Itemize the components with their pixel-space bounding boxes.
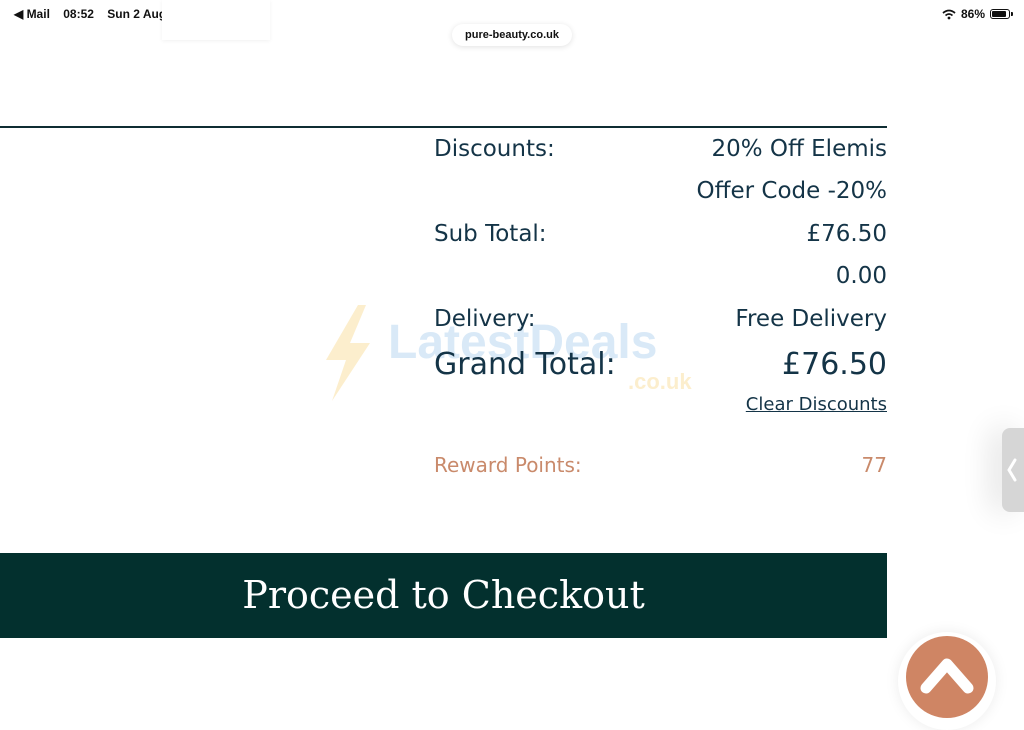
reward-points-value: 77 — [861, 453, 887, 477]
status-right: 86% — [942, 7, 1013, 21]
status-bar: ◀ Mail 08:52 Sun 2 Aug 86% — [0, 0, 1024, 26]
grand-total-value: £76.50 — [782, 347, 887, 382]
discount-row-2: Offer Code -20% — [434, 178, 887, 212]
back-to-mail[interactable]: ◀ Mail — [14, 7, 50, 21]
subtotal-value: £76.50 — [806, 221, 887, 247]
delivery-value: Free Delivery — [735, 306, 887, 332]
summary-divider — [0, 126, 887, 128]
chevron-up-icon — [920, 658, 974, 694]
lightning-icon — [326, 305, 370, 401]
delivery-label: Delivery: — [434, 306, 536, 332]
extra-row: 0.00 — [434, 263, 887, 297]
side-panel-tab[interactable] — [1002, 428, 1024, 512]
grand-total-label: Grand Total: — [434, 347, 616, 382]
status-left: ◀ Mail 08:52 Sun 2 Aug — [14, 7, 176, 21]
reward-points-label: Reward Points: — [434, 453, 582, 477]
grand-total-row: Grand Total: £76.50 — [434, 347, 887, 382]
status-date: Sun 2 Aug — [107, 7, 167, 21]
battery-percent: 86% — [960, 7, 985, 21]
discount-value-2: Offer Code -20% — [696, 178, 887, 204]
proceed-to-checkout-button[interactable]: Proceed to Checkout — [0, 553, 887, 638]
status-time: 08:52 — [63, 7, 94, 21]
header-card — [162, 0, 270, 40]
subtotal-label: Sub Total: — [434, 221, 547, 247]
discounts-label: Discounts: — [434, 136, 555, 162]
extra-value: 0.00 — [835, 263, 887, 289]
scroll-to-top-button[interactable] — [898, 632, 996, 730]
subtotal-row: Sub Total: £76.50 — [434, 221, 887, 255]
wifi-icon — [942, 9, 956, 19]
clear-discounts-link[interactable]: Clear Discounts — [746, 394, 887, 415]
url-bar[interactable]: pure-beauty.co.uk — [452, 24, 572, 46]
delivery-row: Delivery: Free Delivery — [434, 306, 887, 340]
discounts-row: Discounts: 20% Off Elemis — [434, 136, 887, 170]
reward-points-row: Reward Points: 77 — [434, 453, 887, 487]
chevron-left-icon — [1007, 458, 1017, 482]
discount-value-1: 20% Off Elemis — [711, 136, 887, 162]
scroll-to-top-circle[interactable] — [906, 636, 988, 718]
battery-icon — [990, 9, 1013, 19]
